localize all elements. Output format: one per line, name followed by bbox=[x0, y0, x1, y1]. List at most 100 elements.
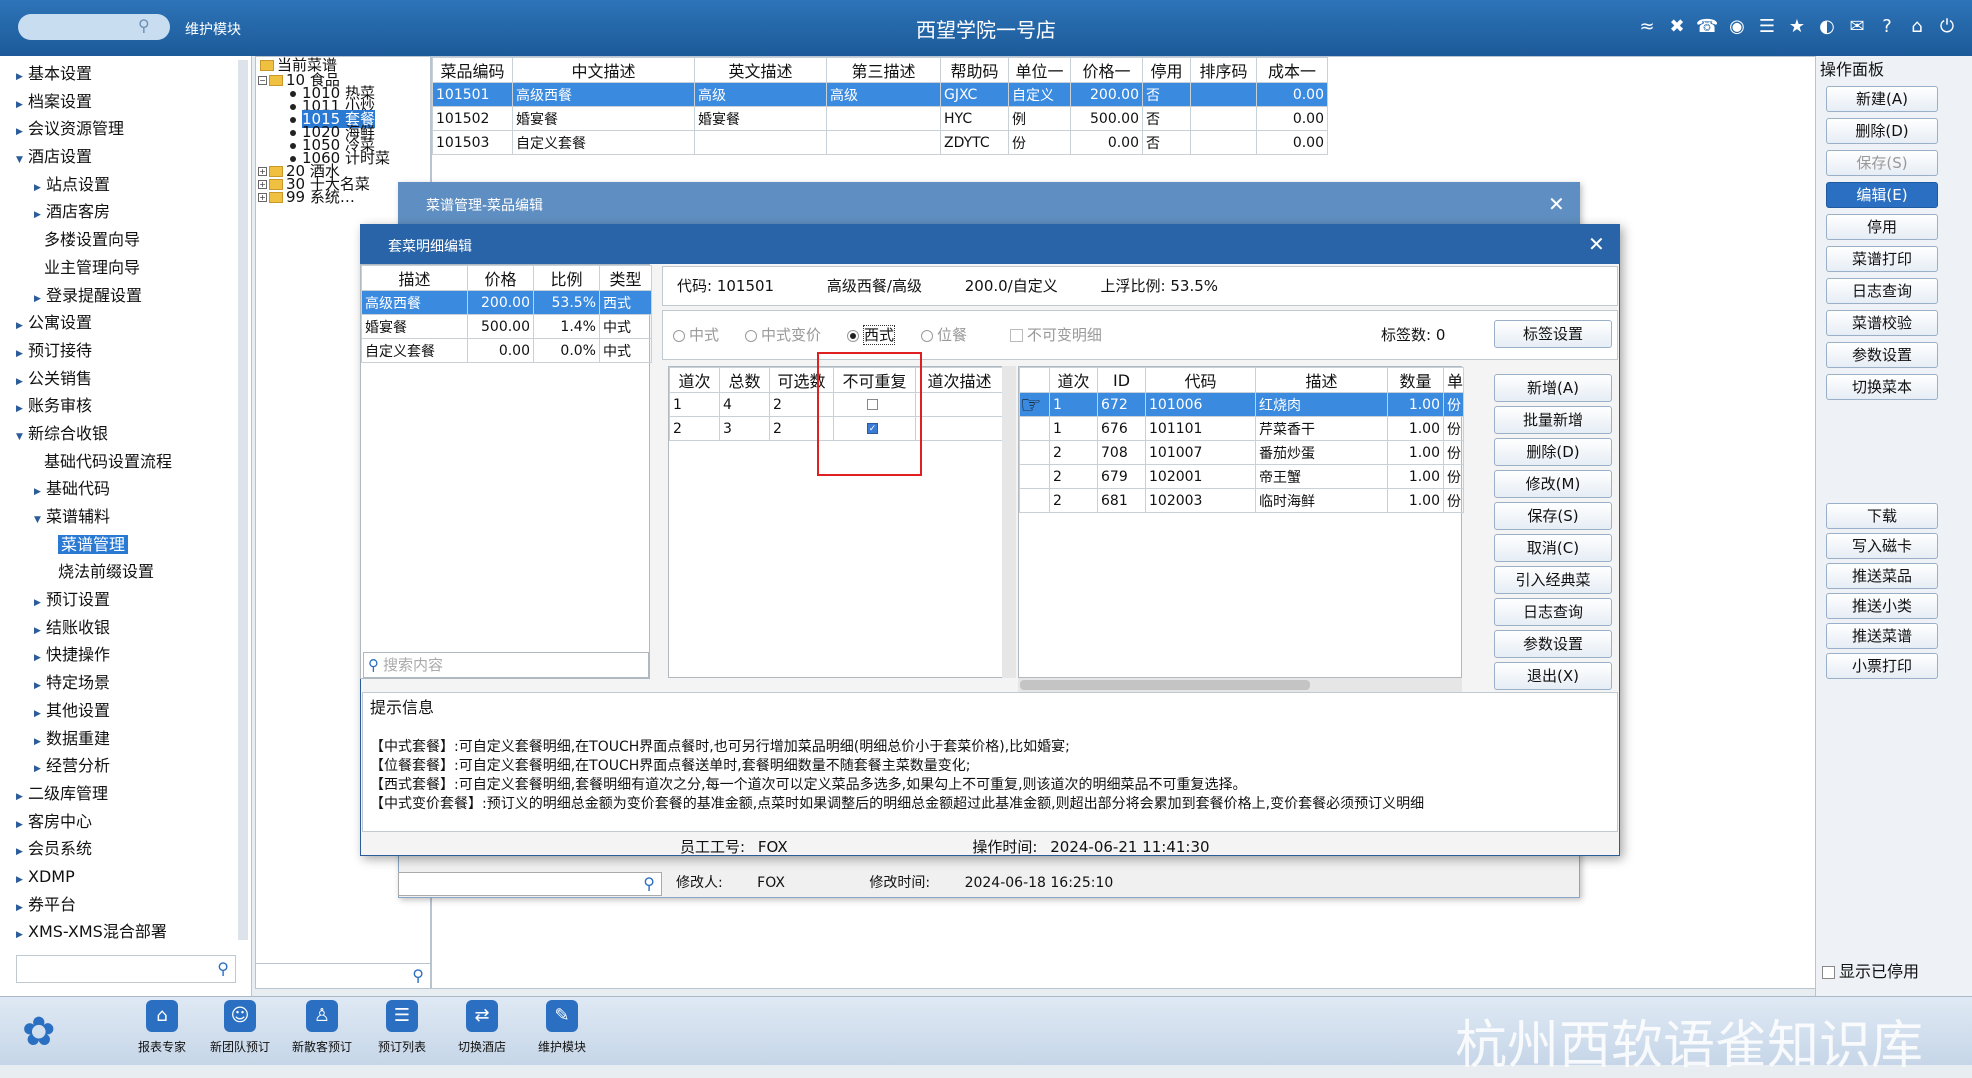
panel-button[interactable]: 推送菜品 bbox=[1826, 563, 1938, 589]
dialog-side-button[interactable]: 取消(C) bbox=[1494, 534, 1612, 562]
column-header[interactable]: 道次描述 bbox=[915, 367, 1004, 393]
nav-item[interactable]: ▶ 登录提醒设置 bbox=[16, 282, 236, 310]
panel-button[interactable]: 停用 bbox=[1826, 214, 1938, 240]
column-header[interactable]: ID bbox=[1097, 367, 1146, 393]
dialog-side-button[interactable]: 修改(M) bbox=[1494, 470, 1612, 498]
help-icon[interactable]: ? bbox=[1876, 14, 1898, 40]
dish-edit-search-input[interactable]: ⚲ bbox=[398, 872, 662, 896]
palette-icon[interactable]: ◉ bbox=[1726, 14, 1748, 40]
column-header[interactable]: 描述 bbox=[361, 265, 468, 291]
panel-button[interactable]: 小票打印 bbox=[1826, 653, 1938, 679]
detail-row[interactable]: 2 681 102003 临时海鲜 1.00 份 bbox=[1019, 488, 1464, 513]
phone-icon[interactable]: ☎ bbox=[1696, 14, 1718, 40]
nav-item[interactable]: ▶ 预订接待 bbox=[16, 337, 236, 365]
nav-item[interactable]: ▶ 结账收银 bbox=[16, 614, 236, 642]
table-row[interactable]: 101502 婚宴餐 婚宴餐 HYC 例 500.00 否 0.00 bbox=[432, 106, 1328, 131]
non-variable-checkbox[interactable]: 不可变明细 bbox=[1009, 326, 1102, 344]
package-row[interactable]: 自定义套餐 0.00 0.0% 中式 bbox=[361, 338, 652, 363]
expand-toggle-icon[interactable]: + bbox=[258, 167, 267, 176]
panel-button[interactable]: 下载 bbox=[1826, 503, 1938, 529]
column-header[interactable]: 排序码 bbox=[1190, 57, 1257, 83]
column-header[interactable]: 比例 bbox=[533, 265, 600, 291]
dialog-side-button[interactable]: 引入经典菜 bbox=[1494, 566, 1612, 594]
nav-item[interactable]: 菜谱管理 bbox=[16, 531, 236, 559]
dialog-side-button[interactable]: 参数设置 bbox=[1494, 630, 1612, 658]
nav-item[interactable]: ▶ 酒店客房 bbox=[16, 198, 236, 226]
detail-row[interactable]: 1 676 101101 芹菜香干 1.00 份 bbox=[1019, 416, 1464, 441]
taskbar-item[interactable]: ⇄ 切换酒店 bbox=[442, 1000, 522, 1055]
column-header[interactable]: 帮助码 bbox=[940, 57, 1009, 83]
package-row[interactable]: 婚宴餐 500.00 1.4% 中式 bbox=[361, 314, 652, 339]
course-grid-scrollbar[interactable] bbox=[1002, 366, 1016, 678]
column-header[interactable]: 道次 bbox=[1049, 367, 1098, 393]
search-icon[interactable]: ⚲ bbox=[643, 874, 655, 893]
nav-search-input[interactable]: ⚲ bbox=[16, 955, 236, 983]
nav-item[interactable]: ▶ 公关销售 bbox=[16, 365, 236, 393]
package-detail-dialog-titlebar[interactable] bbox=[360, 224, 1620, 264]
tools-icon[interactable]: ✖ bbox=[1666, 14, 1688, 40]
wifi-icon[interactable]: ≈ bbox=[1636, 14, 1658, 40]
nav-item[interactable]: ▼ 菜谱辅料 bbox=[16, 503, 236, 531]
detail-row[interactable]: 2 708 101007 番茄炒蛋 1.00 份 bbox=[1019, 440, 1464, 465]
column-header[interactable]: 单位一 bbox=[1008, 57, 1071, 83]
close-icon[interactable]: ✕ bbox=[1588, 232, 1605, 256]
detail-grid-scrollbar[interactable] bbox=[1018, 678, 1462, 692]
panel-button[interactable]: 参数设置 bbox=[1826, 342, 1938, 368]
type-radio[interactable]: 西式 bbox=[847, 325, 896, 345]
package-search-input[interactable]: ⚲ 搜索内容 bbox=[363, 652, 649, 678]
dialog-side-button[interactable]: 退出(X) bbox=[1494, 662, 1612, 690]
panel-button[interactable]: 菜谱校验 bbox=[1826, 310, 1938, 336]
panel-button[interactable]: 新建(A) bbox=[1826, 86, 1938, 112]
nav-item[interactable]: ▶ 会员系统 bbox=[16, 835, 236, 863]
nav-item[interactable]: ▶ 基础代码 bbox=[16, 475, 236, 503]
taskbar-item[interactable]: ⌂ 报表专家 bbox=[122, 1000, 202, 1055]
taskbar-item[interactable]: ♙ 新散客预订 bbox=[282, 1000, 362, 1055]
mail-icon[interactable]: ✉ bbox=[1846, 14, 1868, 40]
dialog-side-button[interactable]: 新增(A) bbox=[1494, 374, 1612, 402]
column-header[interactable]: 类型 bbox=[599, 265, 652, 291]
detail-row[interactable]: 2 679 102001 帝王蟹 1.00 份 bbox=[1019, 464, 1464, 489]
nav-item[interactable]: ▶ 快捷操作 bbox=[16, 641, 236, 669]
expand-toggle-icon[interactable]: + bbox=[258, 180, 267, 189]
taskbar-item[interactable]: ☰ 预订列表 bbox=[362, 1000, 442, 1055]
nav-item[interactable]: ▶ 经营分析 bbox=[16, 752, 236, 780]
power-icon[interactable]: ⏻ bbox=[1936, 14, 1958, 40]
nav-item[interactable]: ▶ XMS-XMS混合部署 bbox=[16, 918, 236, 946]
label-settings-button[interactable]: 标签设置 bbox=[1494, 320, 1612, 348]
column-header[interactable]: 价格一 bbox=[1070, 57, 1143, 83]
nav-item[interactable]: ▼ 酒店设置 bbox=[16, 143, 236, 171]
theme-icon[interactable]: ◐ bbox=[1816, 14, 1838, 40]
dialog-side-button[interactable]: 删除(D) bbox=[1494, 438, 1612, 466]
close-icon[interactable]: ✕ bbox=[1548, 192, 1565, 216]
left-nav-scrollbar[interactable] bbox=[238, 60, 248, 940]
nav-item[interactable]: ▶ 档案设置 bbox=[16, 88, 236, 116]
nav-item[interactable]: ▶ XDMP bbox=[16, 863, 236, 891]
column-header[interactable]: 总数 bbox=[719, 367, 770, 393]
column-header[interactable]: 道次 bbox=[669, 367, 720, 393]
type-radio[interactable]: 中式 bbox=[673, 326, 719, 344]
panel-button[interactable]: 写入磁卡 bbox=[1826, 533, 1938, 559]
column-header[interactable]: 成本一 bbox=[1256, 57, 1328, 83]
nav-item[interactable]: ▶ 特定场景 bbox=[16, 669, 236, 697]
panel-button[interactable]: 编辑(E) bbox=[1826, 182, 1938, 208]
nav-item[interactable]: 烧法前缀设置 bbox=[16, 558, 236, 586]
column-header[interactable]: 价格 bbox=[467, 265, 534, 291]
panel-button[interactable]: 推送菜谱 bbox=[1826, 623, 1938, 649]
nav-item[interactable]: ▶ 客房中心 bbox=[16, 808, 236, 836]
dialog-side-button[interactable]: 日志查询 bbox=[1494, 598, 1612, 626]
nav-item[interactable]: ▶ 券平台 bbox=[16, 891, 236, 919]
package-row[interactable]: 高级西餐 200.00 53.5% 西式 bbox=[361, 290, 652, 315]
expand-toggle-icon[interactable]: − bbox=[258, 76, 267, 85]
tree-node[interactable]: +99 系统… bbox=[258, 189, 355, 205]
type-radio[interactable]: 中式变价 bbox=[745, 326, 821, 344]
panel-button[interactable]: 日志查询 bbox=[1826, 278, 1938, 304]
expand-toggle-icon[interactable]: + bbox=[258, 193, 267, 202]
home-icon[interactable]: ⌂ bbox=[1906, 14, 1928, 40]
search-icon[interactable]: ⚲ bbox=[217, 959, 229, 978]
dish-edit-dialog-titlebar[interactable] bbox=[398, 182, 1580, 224]
column-header[interactable]: 数量 bbox=[1387, 367, 1444, 393]
panel-button[interactable]: 菜谱打印 bbox=[1826, 246, 1938, 272]
column-header[interactable]: 菜品编码 bbox=[432, 57, 513, 83]
apps-grid-icon[interactable]: ✿ bbox=[22, 1012, 62, 1052]
taskbar-item[interactable]: ✎ 维护模块 bbox=[522, 1000, 602, 1055]
